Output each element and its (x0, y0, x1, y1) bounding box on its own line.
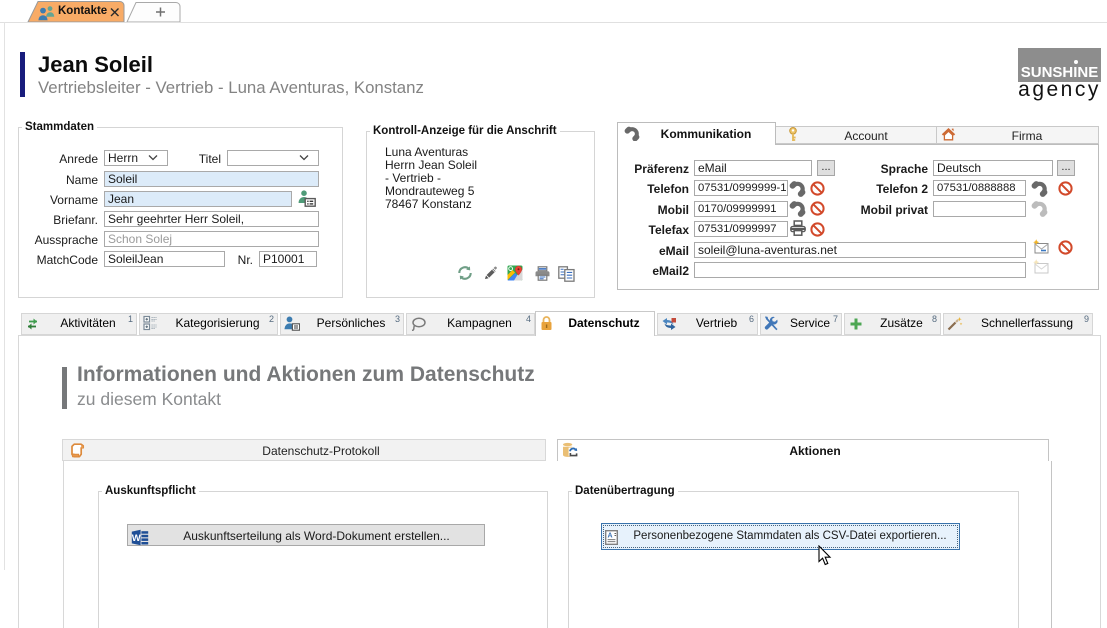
svg-text:A: A (607, 532, 612, 539)
svg-text:W: W (132, 533, 141, 544)
